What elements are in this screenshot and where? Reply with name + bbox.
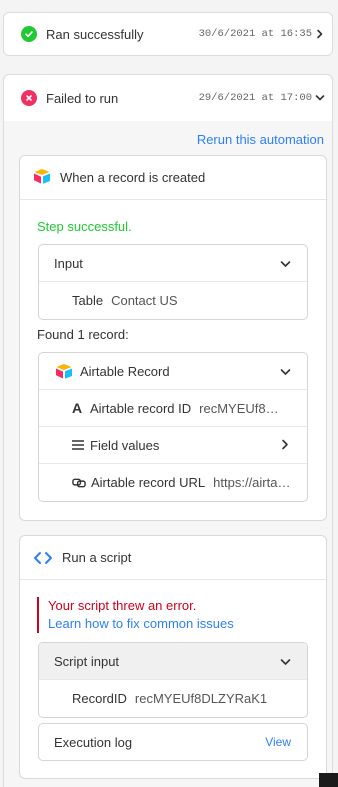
record-id-key: Airtable record ID bbox=[90, 400, 192, 416]
record-panel-title: Airtable Record bbox=[80, 363, 170, 379]
input-panel-header[interactable]: Input bbox=[39, 245, 307, 282]
chevron-right-icon[interactable] bbox=[281, 438, 289, 453]
record-id-row: A Airtable record ID recMYEUf8DLZYRaK1 bbox=[39, 390, 307, 427]
script-error-text: Your script threw an error. bbox=[48, 598, 197, 613]
script-input-value: recMYEUf8DLZYRaK1 bbox=[134, 691, 268, 706]
chevron-down-icon[interactable] bbox=[314, 92, 326, 104]
list-icon bbox=[72, 440, 86, 450]
corner-overlay bbox=[319, 773, 338, 787]
input-panel-title: Input bbox=[54, 255, 83, 271]
airtable-logo-icon bbox=[55, 363, 73, 379]
script-input-header[interactable]: Script input bbox=[39, 643, 307, 680]
run-timestamp: 29/6/2021 at 17:00 bbox=[198, 92, 312, 104]
script-step-card: Run a script Your script threw an error.… bbox=[19, 535, 327, 779]
trigger-step-card: When a record is created Step successful… bbox=[19, 155, 327, 521]
error-circle-icon bbox=[21, 90, 37, 106]
check-circle-icon bbox=[21, 26, 37, 42]
help-link[interactable]: Learn how to fix common issues bbox=[48, 615, 234, 633]
execution-log-row: Execution log View bbox=[39, 724, 307, 760]
field-values-row[interactable]: Field values bbox=[39, 427, 307, 464]
input-table-row: Table Contact US bbox=[39, 282, 307, 319]
airtable-record-panel: Airtable Record A Airtable record ID rec… bbox=[38, 352, 308, 502]
input-table-key: Table bbox=[72, 293, 104, 308]
text-field-icon: A bbox=[72, 400, 83, 416]
code-icon bbox=[33, 551, 53, 565]
record-url-value: https://airtable.com bbox=[213, 475, 293, 490]
run-timestamp: 30/6/2021 at 16:35 bbox=[198, 28, 312, 40]
chevron-down-icon[interactable] bbox=[280, 364, 291, 379]
run-status-label: Ran successfully bbox=[46, 26, 144, 42]
run-status-label: Failed to run bbox=[46, 90, 119, 106]
script-input-key: RecordID bbox=[72, 691, 127, 706]
record-panel-header[interactable]: Airtable Record bbox=[39, 353, 307, 390]
trigger-title: When a record is created bbox=[60, 170, 206, 185]
airtable-logo-icon bbox=[33, 168, 51, 187]
chevron-down-icon[interactable] bbox=[280, 256, 291, 271]
chevron-right-icon[interactable] bbox=[314, 28, 326, 40]
script-input-title: Script input bbox=[54, 653, 120, 669]
trigger-step-header[interactable]: When a record is created bbox=[20, 156, 326, 200]
record-url-row: Airtable record URL https://airtable.com bbox=[39, 464, 307, 501]
run-row-failed[interactable]: Failed to run 29/6/2021 at 17:00 bbox=[3, 74, 333, 122]
input-panel: Input Table Contact US bbox=[38, 244, 308, 320]
rerun-automation-link[interactable]: Rerun this automation bbox=[197, 132, 324, 147]
record-url-key: Airtable record URL bbox=[91, 475, 206, 490]
execution-log-label: Execution log bbox=[54, 734, 133, 750]
script-title: Run a script bbox=[62, 550, 132, 565]
step-status: Step successful. bbox=[37, 219, 132, 234]
run-row-success[interactable]: Ran successfully 30/6/2021 at 16:35 bbox=[3, 12, 333, 56]
execution-log-panel: Execution log View bbox=[38, 723, 308, 761]
field-values-key: Field values bbox=[90, 437, 160, 453]
input-table-value: Contact US bbox=[111, 293, 178, 308]
script-step-header[interactable]: Run a script bbox=[20, 536, 326, 580]
found-records-text: Found 1 record: bbox=[37, 327, 129, 342]
script-input-row: RecordID recMYEUf8DLZYRaK1 bbox=[39, 680, 307, 717]
script-input-panel: Script input RecordID recMYEUf8DLZYRaK1 bbox=[38, 642, 308, 718]
script-error-block: Your script threw an error. Learn how to… bbox=[37, 597, 234, 633]
chevron-down-icon[interactable] bbox=[280, 654, 291, 669]
run-detail-panel: Rerun this automation When a record is c… bbox=[3, 121, 333, 787]
record-id-value: recMYEUf8DLZYRaK1 bbox=[199, 400, 285, 416]
view-log-link[interactable]: View bbox=[265, 735, 291, 749]
link-icon bbox=[72, 477, 86, 489]
